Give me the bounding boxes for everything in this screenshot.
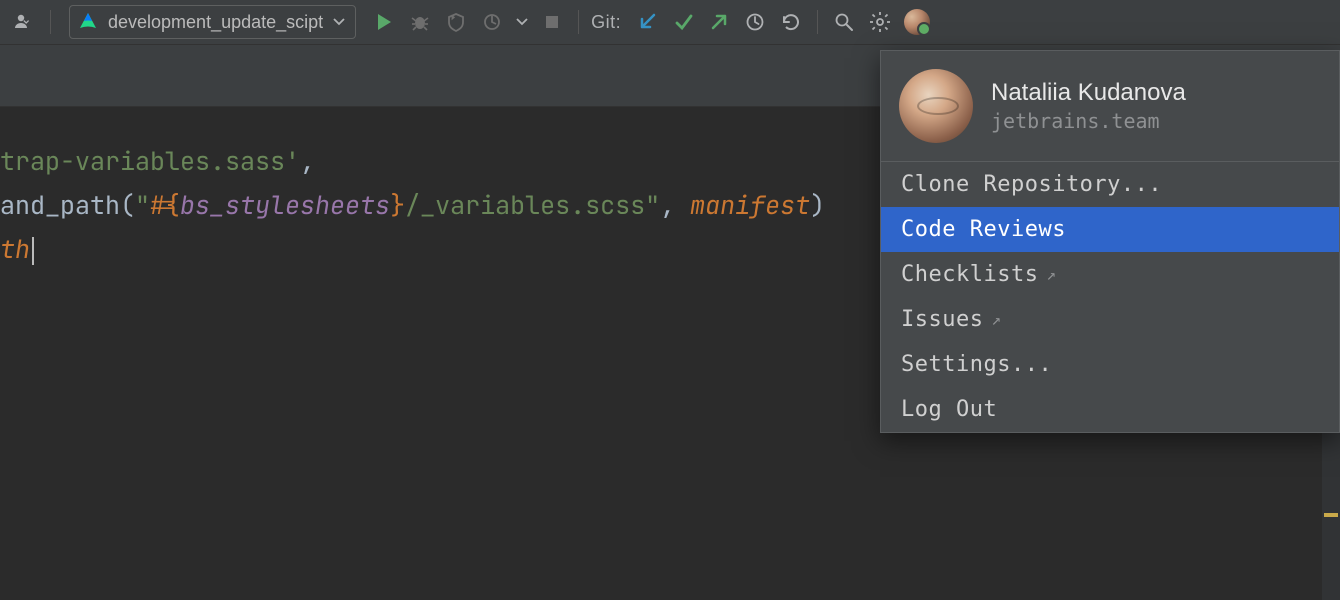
user-menu-item-label: Code Reviews bbox=[901, 217, 1066, 242]
user-menu-item[interactable]: Issues ↗ bbox=[881, 297, 1339, 342]
toolbar-divider bbox=[578, 10, 579, 34]
user-menu-item-label: Settings... bbox=[901, 352, 1052, 377]
search-button[interactable] bbox=[828, 6, 860, 38]
user-menu-header: Nataliia Kudanova jetbrains.team bbox=[881, 51, 1339, 162]
text-caret bbox=[32, 237, 34, 265]
coverage-button[interactable] bbox=[440, 6, 472, 38]
space-icon bbox=[78, 12, 98, 32]
external-link-icon: ↗ bbox=[1046, 265, 1056, 284]
git-history-button[interactable] bbox=[739, 6, 771, 38]
user-avatar-button[interactable] bbox=[904, 9, 930, 35]
user-menu-item[interactable]: Settings... bbox=[881, 342, 1339, 387]
user-menu-popup: Nataliia Kudanova jetbrains.team Clone R… bbox=[880, 50, 1340, 433]
user-menu-item[interactable]: Code Reviews bbox=[881, 207, 1339, 252]
git-commit-button[interactable] bbox=[667, 6, 699, 38]
git-label: Git: bbox=[591, 12, 621, 33]
user-menu-item-label: Checklists bbox=[901, 262, 1038, 287]
run-configuration-selector[interactable]: development_update_scipt bbox=[69, 5, 356, 39]
git-rollback-button[interactable] bbox=[775, 6, 807, 38]
external-link-icon: ↗ bbox=[991, 310, 1001, 329]
user-organization: jetbrains.team bbox=[991, 109, 1186, 133]
stop-button[interactable] bbox=[536, 6, 568, 38]
user-menu-item[interactable]: Checklists ↗ bbox=[881, 252, 1339, 297]
user-menu-item-label: Clone Repository... bbox=[901, 172, 1162, 197]
main-toolbar: development_update_scipt bbox=[0, 0, 1340, 45]
settings-button[interactable] bbox=[864, 6, 896, 38]
run-dropdown-button[interactable] bbox=[512, 6, 532, 38]
run-configuration-label: development_update_scipt bbox=[108, 12, 323, 33]
debug-button[interactable] bbox=[404, 6, 436, 38]
user-menu-item-label: Issues bbox=[901, 307, 983, 332]
git-update-button[interactable] bbox=[631, 6, 663, 38]
user-menu-item[interactable]: Log Out bbox=[881, 387, 1339, 432]
profile-button[interactable] bbox=[476, 6, 508, 38]
warning-marker[interactable] bbox=[1324, 513, 1338, 517]
account-dropdown-button[interactable] bbox=[8, 6, 40, 38]
user-menu-item-label: Log Out bbox=[901, 397, 997, 422]
user-avatar-large bbox=[899, 69, 973, 143]
toolbar-divider bbox=[50, 10, 51, 34]
run-button[interactable] bbox=[368, 6, 400, 38]
toolbar-divider bbox=[817, 10, 818, 34]
chevron-down-icon bbox=[333, 18, 345, 26]
user-menu-item[interactable]: Clone Repository... bbox=[881, 162, 1339, 207]
git-push-button[interactable] bbox=[703, 6, 735, 38]
user-name: Nataliia Kudanova bbox=[991, 79, 1186, 107]
